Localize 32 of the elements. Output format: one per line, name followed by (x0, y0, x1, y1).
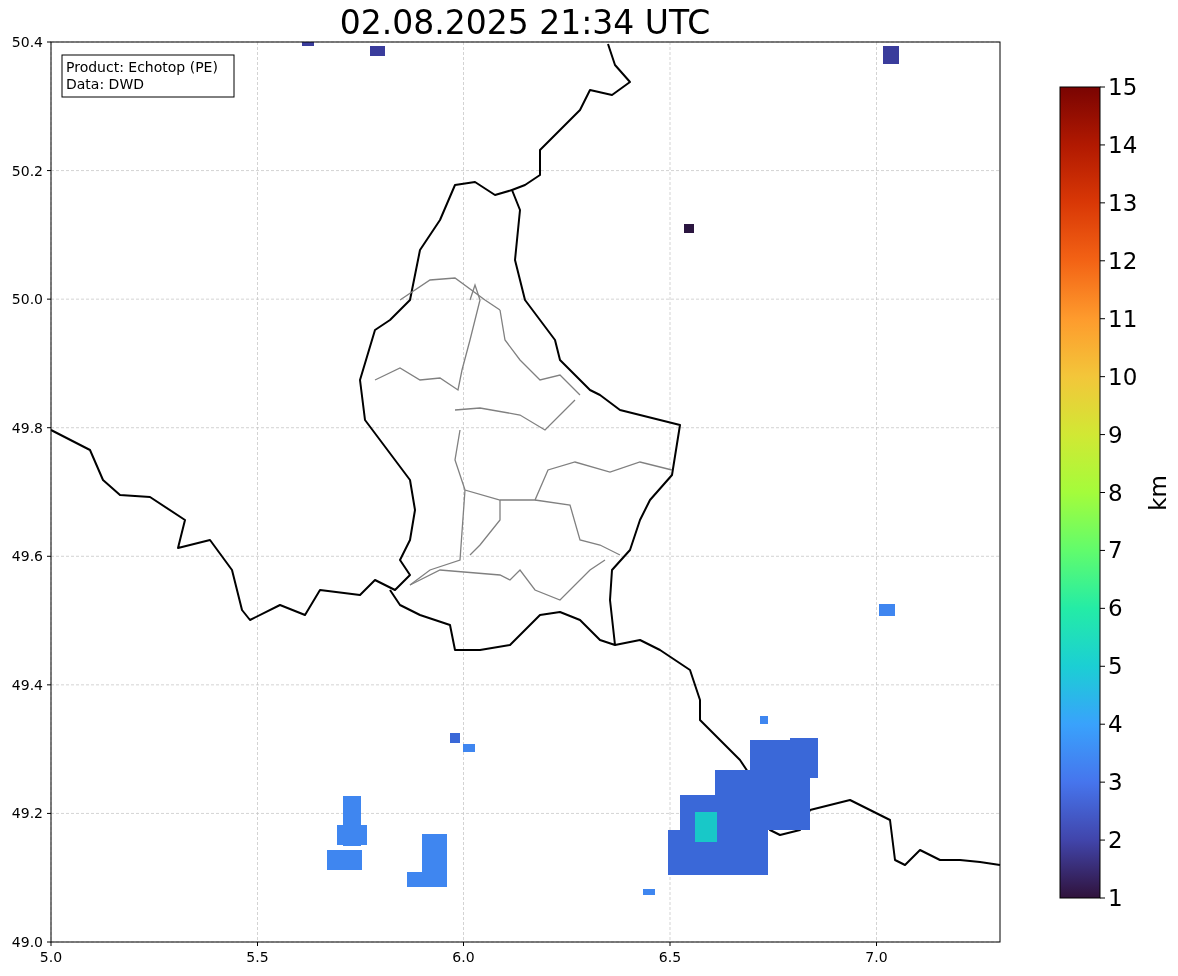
colorbar-tick-label: 15 (1108, 74, 1138, 100)
colorbar-tick-label: 7 (1108, 537, 1123, 564)
colorbar-tick-label: 1 (1108, 885, 1123, 911)
colorbar-tick-label: 8 (1108, 479, 1123, 506)
colorbar-tick-label: 11 (1108, 305, 1138, 332)
legend-text: Data: DWD (66, 76, 144, 92)
chart-title: 02.08.2025 21:34 UTC (339, 3, 711, 42)
colorbar-tick-label: 13 (1108, 189, 1138, 216)
colorbar-tick-label: 12 (1108, 247, 1138, 274)
x-axis-tick-label: 7.0 (865, 949, 888, 965)
colorbar-tick-label: 3 (1108, 769, 1123, 796)
y-axis-tick-label: 50.4 (11, 34, 43, 50)
x-axis-tick-label: 6.5 (658, 949, 682, 965)
x-axis-tick-label: 5.5 (246, 949, 269, 965)
y-axis-tick-label: 49.0 (11, 934, 43, 950)
colorbar-tick-label: 6 (1108, 595, 1123, 622)
x-axis-tick-label: 6.0 (452, 949, 475, 965)
y-axis-tick-label: 50.2 (11, 162, 43, 179)
colorbar-tick-label: 14 (1108, 131, 1138, 158)
legend-text: Product: Echotop (PE) (66, 59, 218, 75)
colorbar-tick-label: 2 (1108, 827, 1123, 854)
colorbar-tick-label: 4 (1108, 711, 1123, 738)
colorbar-tick-label: 9 (1108, 421, 1123, 448)
y-axis-tick-label: 49.4 (11, 676, 43, 693)
x-axis-tick-label: 5.0 (39, 949, 63, 965)
colorbar-label: km (1145, 475, 1171, 511)
colorbar-tick-label: 5 (1108, 653, 1123, 680)
y-axis-tick-label: 50.0 (11, 291, 43, 308)
y-axis-tick-label: 49.2 (11, 805, 43, 822)
y-axis-tick-label: 49.8 (11, 419, 43, 436)
colorbar-tick-label: 10 (1108, 363, 1138, 390)
y-axis-tick-label: 49.6 (11, 548, 43, 565)
